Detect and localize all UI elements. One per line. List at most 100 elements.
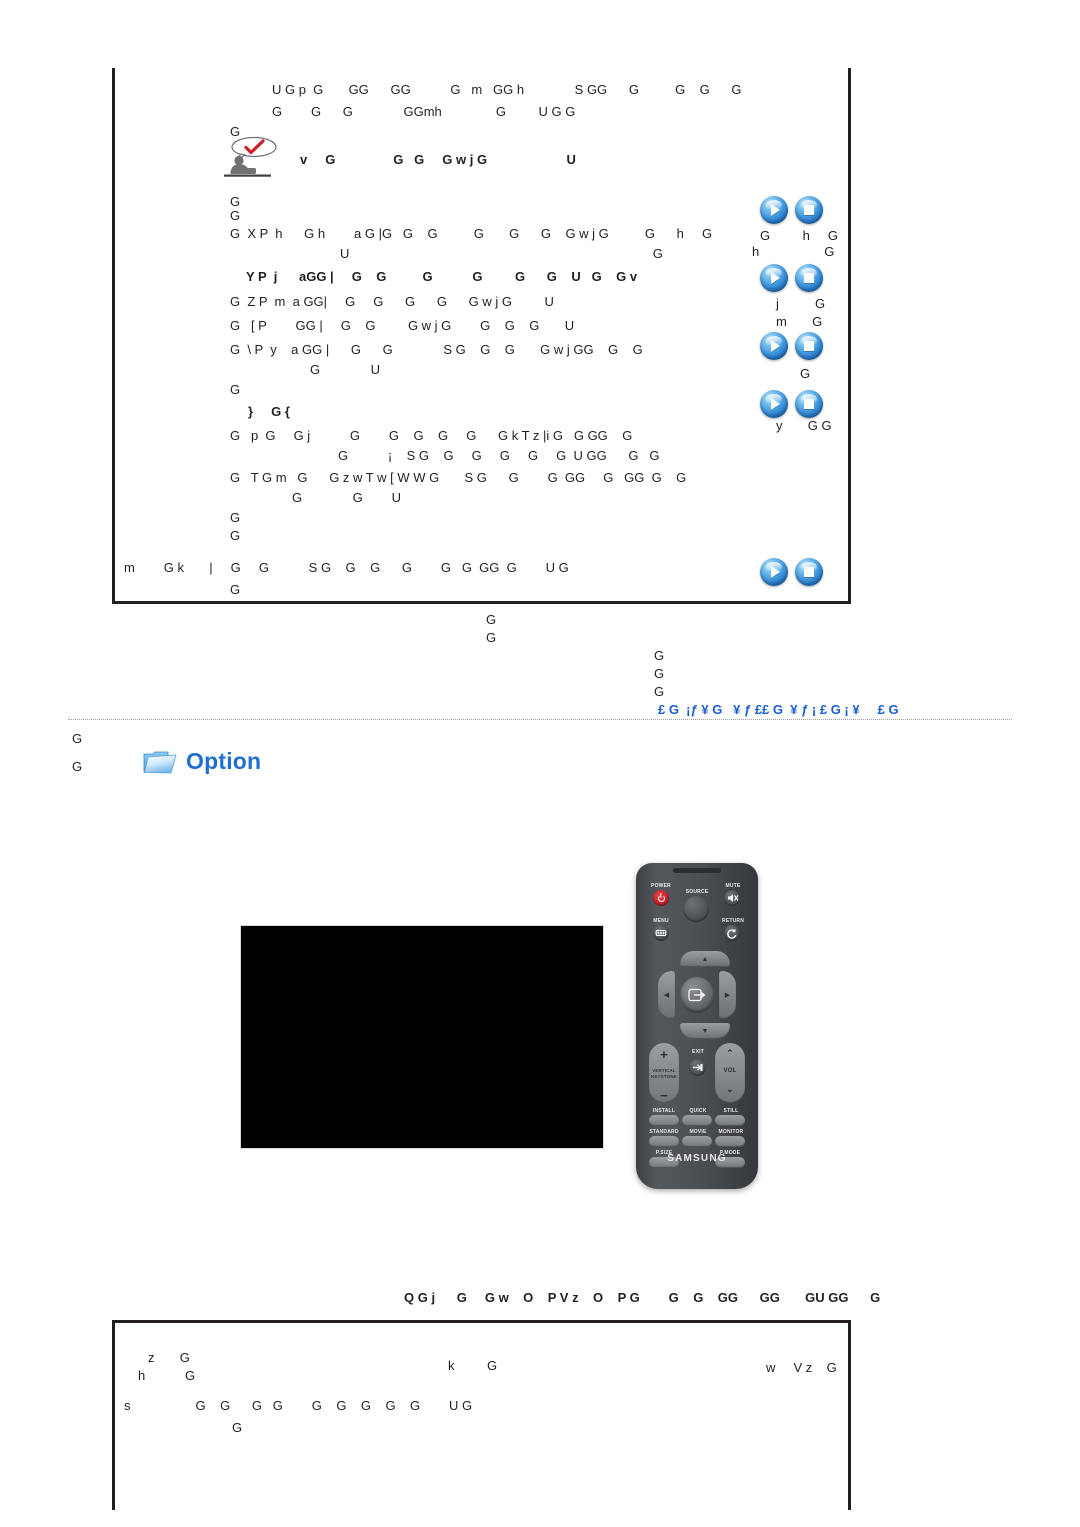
remote-menu-label: MENU — [653, 918, 669, 924]
remote-mute-button[interactable] — [724, 890, 740, 906]
text-line-l19: G G U — [292, 490, 402, 505]
enter-icon — [688, 988, 706, 1002]
remote-standard-button[interactable] — [649, 1136, 679, 1147]
option-heading-label: Option — [186, 748, 262, 774]
remote-enter-button[interactable] — [680, 977, 714, 1013]
play-sphere-button-r3[interactable] — [760, 332, 788, 360]
remote-install-label: INSTALL — [652, 1108, 676, 1114]
remote-ir-window — [673, 868, 721, 873]
play-sphere-button-r2[interactable] — [760, 264, 788, 292]
text-line-l22: m G k | G G S G G G G G G GG G U G — [124, 560, 569, 575]
text-line-l05: G — [230, 194, 241, 209]
remote-volume-label: VOL — [723, 1068, 737, 1074]
bottom-header-text: Q G j G G w O P V z O P G G G GG GG GU G… — [404, 1290, 881, 1305]
stop-icon — [795, 390, 823, 418]
sphere-caption-c1: G h G — [760, 228, 839, 243]
stop-icon — [795, 332, 823, 360]
remote-exit-label: EXIT — [692, 1049, 704, 1055]
text-line-l13: G U — [310, 362, 381, 377]
remote-mute-label: MUTE — [725, 883, 741, 889]
remote-monitor-button[interactable] — [715, 1136, 745, 1147]
remote-up-label: ▲ — [701, 955, 709, 963]
samsung-brand-logo: SAMSUNG — [667, 1153, 727, 1164]
power-icon — [657, 894, 665, 902]
remote-install-button[interactable] — [649, 1115, 679, 1126]
remote-right-button[interactable]: ▶ — [719, 971, 736, 1019]
bottom-line-b1: z G — [148, 1350, 190, 1365]
folder-icon — [143, 748, 177, 775]
remote-menu-button[interactable] — [653, 925, 669, 941]
text-line-l03: G — [230, 124, 241, 139]
stop-icon — [795, 264, 823, 292]
remote-source-button[interactable] — [683, 896, 709, 922]
remote-left-button[interactable]: ◀ — [658, 971, 675, 1019]
remote-return-button[interactable] — [724, 925, 740, 941]
play-sphere-button-r1[interactable] — [760, 196, 788, 224]
remote-standard-label: STANDARD — [649, 1129, 679, 1135]
remote-power-button[interactable] — [653, 890, 669, 906]
remote-left-label: ◀ — [663, 992, 670, 999]
play-icon — [760, 390, 788, 418]
bottom-content-box — [112, 1320, 851, 1510]
remote-volume-up-icon: ⌃ — [726, 1048, 734, 1058]
text-line-l21: G — [230, 528, 241, 543]
text-line-l09: Y P j aGG | G G G G G G U G G v — [246, 269, 638, 284]
text-line-l12: G \ P y a GG | G G S G G G G w j GG G G — [230, 342, 643, 357]
remote-keystone-line1: VERTICAL — [652, 1068, 676, 1073]
gap-text-o4: G — [654, 666, 665, 681]
manual-page: U G p G GG GG G m GG h S GG G G G G G G G… — [0, 0, 1080, 1527]
blue-reference-text: £ G ¡ƒ ¥ G ¥ ƒ ££ G ¥ ƒ ¡ £ G ¡ ¥ £ G — [658, 702, 899, 717]
remote-volume-down-icon: ⌄ — [726, 1084, 734, 1094]
text-line-l02: G G G GGmh G U G G — [272, 104, 576, 119]
stop-sphere-button-r3[interactable] — [795, 332, 823, 360]
stop-sphere-button-r4[interactable] — [795, 390, 823, 418]
bottom-line-b3: k G — [448, 1358, 498, 1373]
text-line-l20: G — [230, 510, 241, 525]
return-icon — [727, 928, 737, 939]
gap-text-o3: G — [654, 648, 665, 663]
remote-up-button[interactable]: ▲ — [680, 951, 730, 967]
exit-icon — [693, 1064, 703, 1071]
text-line-l08: U G — [340, 246, 663, 261]
stop-sphere-button-r1[interactable] — [795, 196, 823, 224]
remote-down-button[interactable]: ▼ — [680, 1023, 730, 1039]
remote-exit-button[interactable] — [689, 1059, 706, 1076]
text-line-l15: } G { — [248, 404, 290, 419]
section-divider — [68, 719, 1012, 720]
remote-movie-button[interactable] — [682, 1136, 712, 1147]
stop-sphere-button-r2[interactable] — [795, 264, 823, 292]
remote-control-image: POWER SOURCE MUTE MENU RETURN ▲ ◀ ▶ ▼ + … — [628, 857, 768, 1195]
sphere-caption-c4: m G — [776, 314, 823, 329]
text-line-l23: G — [230, 582, 241, 597]
remote-down-label: ▼ — [701, 1027, 709, 1035]
margin-mark-m1: G — [72, 731, 83, 746]
remote-still-button[interactable] — [715, 1115, 745, 1126]
option-section-heading: Option — [143, 748, 261, 775]
bottom-line-b4: w V z G — [766, 1360, 837, 1375]
remote-return-label: RETURN — [721, 918, 745, 924]
play-icon — [760, 332, 788, 360]
stop-icon — [795, 558, 823, 586]
play-sphere-button-r4[interactable] — [760, 390, 788, 418]
sphere-caption-c6: y G G — [776, 418, 832, 433]
stop-sphere-button-r5[interactable] — [795, 558, 823, 586]
bottom-line-b5: s G G G G G G G G G U G — [124, 1398, 473, 1413]
gap-text-o2: G — [486, 630, 497, 645]
mute-icon — [728, 894, 739, 902]
remote-monitor-label: MONITOR — [718, 1129, 744, 1135]
text-line-l04: v G G G G w j G U — [300, 152, 576, 167]
text-line-l10: G Z P m a GG| G G G G G w j G U — [230, 294, 554, 309]
remote-quick-button[interactable] — [682, 1115, 712, 1126]
play-sphere-button-r5[interactable] — [760, 558, 788, 586]
note-tip-icon — [222, 136, 280, 182]
text-line-l01: U G p G GG GG G m GG h S GG G G G G — [272, 82, 742, 97]
remote-still-label: STILL — [723, 1108, 739, 1114]
remote-keystone-minus: − — [660, 1088, 668, 1103]
bottom-line-b2: h G — [138, 1368, 196, 1383]
text-line-l16: G p G G j G G G G G G k T z |i G G GG G — [230, 428, 633, 443]
gap-text-o5: G — [654, 684, 665, 699]
menu-icon — [655, 929, 667, 937]
play-icon — [760, 196, 788, 224]
text-line-l06: G — [230, 208, 241, 223]
text-line-l14: G — [230, 382, 241, 397]
